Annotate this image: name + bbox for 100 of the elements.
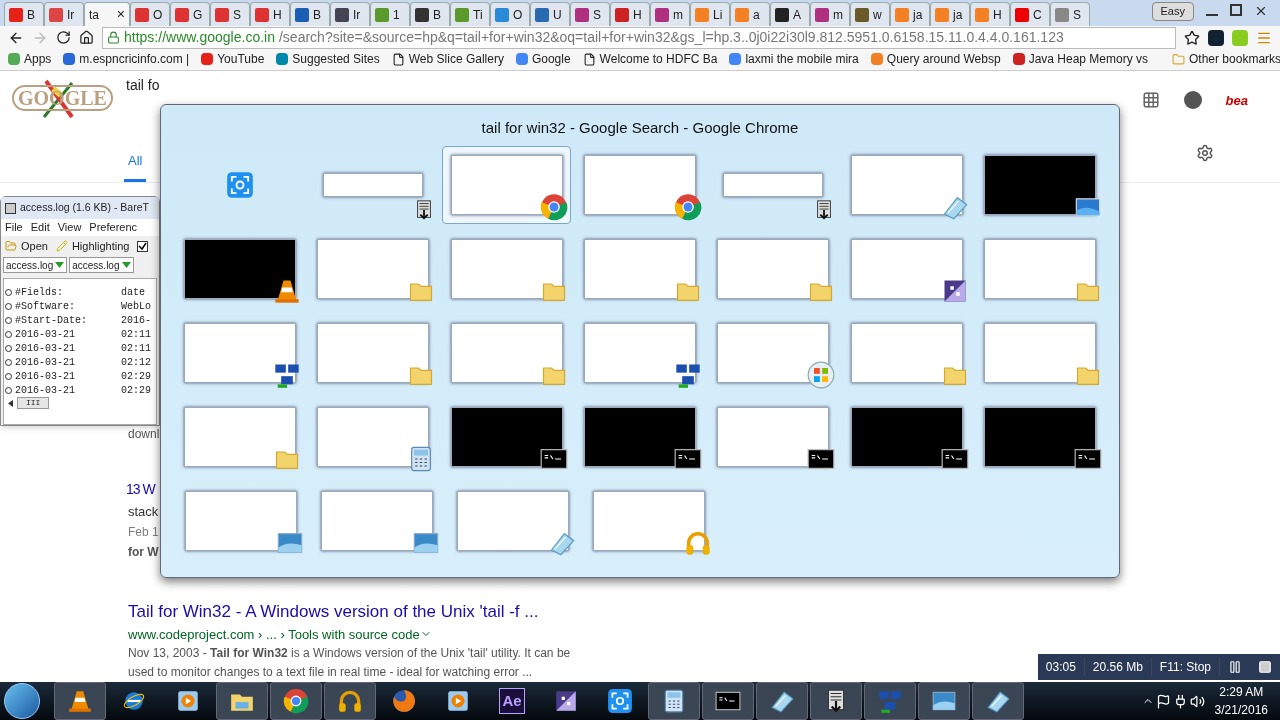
address-bar[interactable]: https://www.google.co.in /search?site=&source=hp&q=tail+for+win32&oq=tail+for+win32&gs_l=hp.3..0j0i22i30l9.812.5951.0.6158.15.11.0.4.4.0.161.123 (102, 26, 1176, 49)
bookmark-link[interactable]: m.espncricinfo.com | (63, 50, 190, 69)
browser-tab[interactable]: ja (890, 2, 930, 27)
bookmark-link[interactable]: Apps (8, 50, 52, 69)
lock-icon (107, 31, 120, 45)
bookmark-folder[interactable]: Other bookmarks (1172, 50, 1280, 69)
browser-tab[interactable]: m (650, 2, 690, 27)
bookmark-star-icon[interactable] (1184, 29, 1200, 46)
file-tab[interactable]: access.log (3, 257, 68, 273)
close-icon[interactable] (1254, 4, 1268, 18)
taskbar-button[interactable] (756, 682, 808, 720)
taskbar-button[interactable] (918, 682, 970, 720)
clock[interactable]: 2:29 AM 3/21/2016 (1206, 683, 1276, 719)
browser-tab[interactable]: 1 (370, 2, 410, 27)
close-tab-button[interactable]: × (116, 4, 125, 26)
search-field[interactable]: tail fo (126, 74, 160, 96)
browser-tab[interactable]: w (850, 2, 890, 27)
tab-title: Ti (473, 6, 483, 24)
menu-item[interactable]: Edit (30, 219, 50, 236)
tab-title: U (553, 6, 562, 24)
screen-capture-icon (225, 170, 254, 199)
settings-icon[interactable] (1196, 143, 1214, 162)
result-url: www.codeproject.com › ... › Tools with source code (128, 624, 432, 644)
bookmark-link[interactable]: Query around Websp (870, 50, 1001, 69)
site-favicon (9, 7, 23, 22)
site-favicon (1015, 7, 1029, 22)
profile-badge[interactable]: Easy (1151, 2, 1194, 21)
browser-tab[interactable]: ja (930, 2, 970, 27)
bookmark-link[interactable]: Web Slice Gallery (391, 50, 504, 69)
browser-tab[interactable]: A (770, 2, 810, 27)
browser-tab[interactable]: B (4, 2, 44, 27)
browser-tab[interactable]: ta × (84, 2, 130, 27)
browser-tab[interactable]: a (730, 2, 770, 27)
volume-icon[interactable] (1189, 693, 1205, 709)
restore-icon[interactable] (1230, 4, 1242, 16)
log-field: 02:29 (121, 382, 151, 398)
traffic-cone-icon (67, 688, 93, 714)
browser-tab[interactable]: H (610, 2, 650, 27)
browser-tab[interactable]: B (290, 2, 330, 27)
bookmark-link[interactable]: Google (515, 50, 571, 69)
site-favicon (655, 7, 669, 22)
page-icon (391, 52, 405, 66)
scroll-left-icon[interactable] (8, 399, 13, 407)
result-title-link[interactable]: Tail for Win32 - A Windows version of the Unix 'tail -f ... (128, 599, 539, 625)
action-center-icon[interactable] (1155, 693, 1171, 709)
browser-tab[interactable]: Li (690, 2, 730, 27)
window-tile[interactable] (441, 145, 572, 224)
bookmark-link[interactable]: Welcome to HDFC Ba (582, 50, 718, 69)
log-field: 02:11 (121, 340, 151, 356)
result-text: stack (128, 502, 159, 521)
folder-icon (5, 240, 17, 252)
browser-tab[interactable]: H (970, 2, 1010, 27)
bookmark-link[interactable]: Suggested Sites (276, 50, 380, 69)
menu-item[interactable]: Preferenc (89, 219, 138, 236)
site-favicon (1055, 7, 1069, 22)
taskbar-button[interactable] (648, 682, 700, 720)
account-icon[interactable] (1183, 90, 1202, 109)
browser-tab[interactable]: S (570, 2, 610, 27)
site-favicon (535, 7, 549, 22)
toolbar-button[interactable]: Open (5, 237, 48, 255)
browser-tab[interactable]: G (170, 2, 210, 27)
log-field: 02:12 (121, 354, 151, 370)
browser-tab[interactable]: H (250, 2, 290, 27)
taskbar-button[interactable]: Ae (486, 682, 538, 720)
browser-tab[interactable]: S (1050, 2, 1090, 27)
bookmark-link[interactable]: YouTube (201, 50, 265, 69)
browser-tab[interactable]: S (210, 2, 250, 27)
taskbar-button[interactable] (972, 682, 1024, 720)
start-button[interactable] (4, 683, 40, 719)
checkbox[interactable] (137, 240, 149, 252)
log-field: WebLo (121, 298, 151, 314)
taskbar-button[interactable] (702, 682, 754, 720)
browser-tab[interactable]: O (130, 2, 170, 27)
reload-icon[interactable] (56, 30, 71, 46)
browser-tab[interactable]: C (1010, 2, 1050, 27)
file-tab[interactable]: access.log (69, 257, 134, 273)
bookmark-link[interactable]: laxmi the mobile mira (729, 50, 859, 69)
dropdown-caret-icon (55, 262, 65, 268)
search-tab[interactable]: All (124, 151, 147, 182)
taskbar-button[interactable] (810, 682, 862, 720)
stop-hotkey-label: F11: Stop (1151, 658, 1220, 676)
home-icon[interactable] (79, 30, 94, 46)
taskbar-button[interactable] (216, 682, 268, 720)
menu-item[interactable]: File (5, 219, 23, 236)
browser-tab[interactable]: B (410, 2, 450, 27)
browser-tab[interactable]: Ir (330, 2, 370, 27)
extension-icon[interactable] (1208, 29, 1224, 46)
tab-title: O (153, 6, 163, 24)
browser-tab[interactable]: m (810, 2, 850, 27)
pause-icon[interactable] (1228, 660, 1242, 674)
toolbar-button[interactable]: Highlighting (55, 237, 130, 255)
apps-grid-icon[interactable] (1141, 90, 1160, 109)
stop-icon[interactable] (1258, 660, 1272, 674)
browser-tab[interactable]: O (490, 2, 530, 27)
browser-tab[interactable]: Ir (44, 2, 84, 27)
browser-tab[interactable]: Ti (450, 2, 490, 27)
browser-tab[interactable]: U (530, 2, 570, 27)
bookmark-link[interactable]: Java Heap Memory vs (1012, 50, 1148, 69)
menu-item[interactable]: View (57, 219, 82, 236)
scrollbar-thumb[interactable]: III (17, 397, 50, 409)
